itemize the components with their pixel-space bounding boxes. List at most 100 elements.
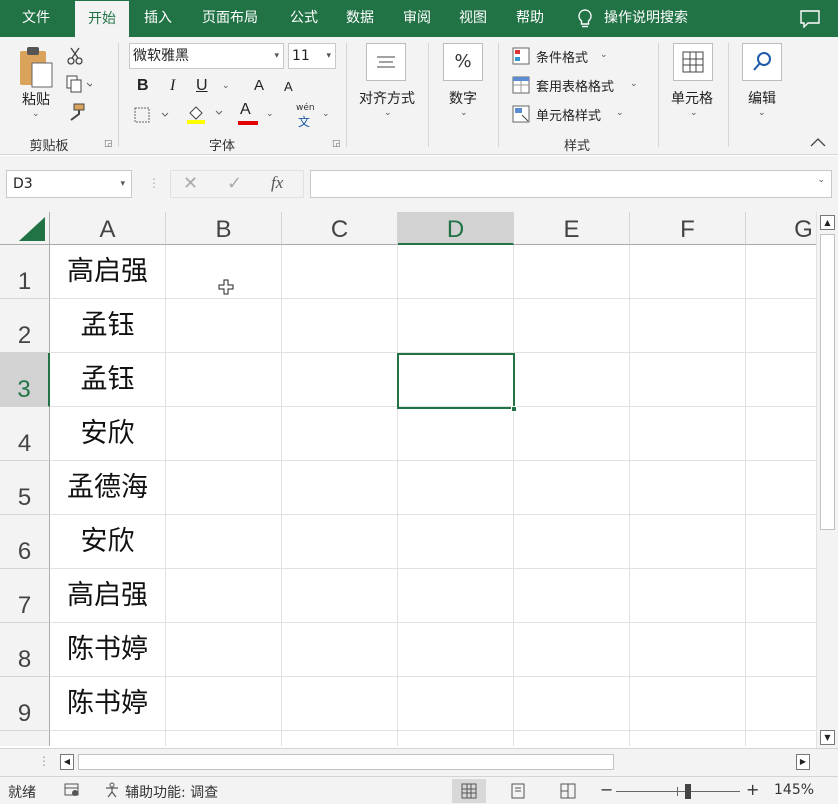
search-icon[interactable] — [742, 43, 782, 81]
cell-e4[interactable] — [514, 407, 630, 461]
tab-formulas[interactable]: 公式 — [280, 0, 328, 37]
underline-chevron-icon[interactable]: ⌄ — [222, 81, 230, 91]
cell-e10[interactable] — [514, 731, 630, 746]
editing-button[interactable]: 编辑 — [740, 88, 784, 108]
cell-e6[interactable] — [514, 515, 630, 569]
cell-f9[interactable] — [630, 677, 746, 731]
cell-a1[interactable]: 高启强 — [50, 245, 166, 299]
font-color-button[interactable]: A — [240, 101, 251, 119]
number-chevron-icon[interactable]: ⌄ — [460, 108, 468, 118]
cell-e8[interactable] — [514, 623, 630, 677]
cell-f6[interactable] — [630, 515, 746, 569]
tab-data[interactable]: 数据 — [336, 0, 384, 37]
cell-g3[interactable] — [746, 353, 816, 407]
cell-f3[interactable] — [630, 353, 746, 407]
cell-f5[interactable] — [630, 461, 746, 515]
cell-d4[interactable] — [398, 407, 514, 461]
sheet-tabs-splitter-icon[interactable]: ⋮ — [38, 754, 50, 768]
zoom-slider-thumb[interactable] — [685, 784, 691, 799]
zoom-in-button[interactable]: + — [746, 780, 759, 799]
enter-icon[interactable]: ✓ — [227, 173, 242, 194]
fill-handle[interactable] — [511, 406, 517, 412]
tab-home[interactable]: 开始 — [75, 1, 129, 37]
cell-c3[interactable] — [282, 353, 398, 407]
cell-e7[interactable] — [514, 569, 630, 623]
font-name-select[interactable]: 微软雅黑 ▾ — [129, 43, 284, 69]
cell-g9[interactable] — [746, 677, 816, 731]
cell-g8[interactable] — [746, 623, 816, 677]
row-header-8[interactable]: 8 — [0, 623, 50, 677]
column-header-e[interactable]: E — [514, 212, 630, 245]
alignment-icon[interactable] — [366, 43, 406, 81]
cell-f7[interactable] — [630, 569, 746, 623]
cell-g10[interactable] — [746, 731, 816, 746]
format-as-table-button[interactable]: 套用表格格式 — [536, 76, 614, 95]
alignment-chevron-icon[interactable]: ⌄ — [384, 108, 392, 118]
page-layout-view-icon[interactable] — [510, 783, 526, 803]
cell-d9[interactable] — [398, 677, 514, 731]
shrink-font-button[interactable]: A — [284, 79, 293, 94]
column-header-c[interactable]: C — [282, 212, 398, 245]
drag-handle-icon[interactable]: ⋮ — [148, 176, 160, 190]
cell-a7[interactable]: 高启强 — [50, 569, 166, 623]
cell-d2[interactable] — [398, 299, 514, 353]
phonetic-glyph-top[interactable]: wén — [296, 103, 315, 113]
cell-d7[interactable] — [398, 569, 514, 623]
scroll-up-icon[interactable]: ▲ — [820, 215, 835, 230]
cell-c2[interactable] — [282, 299, 398, 353]
cell-a3[interactable]: 孟钰 — [50, 353, 166, 407]
collapse-ribbon-icon[interactable] — [810, 135, 826, 151]
paste-button[interactable]: 粘贴 — [16, 89, 56, 109]
column-header-f[interactable]: F — [630, 212, 746, 245]
cell-g7[interactable] — [746, 569, 816, 623]
editing-chevron-icon[interactable]: ⌄ — [758, 108, 766, 118]
cell-c8[interactable] — [282, 623, 398, 677]
cells-button[interactable]: 单元格 — [664, 88, 720, 108]
cell-d5[interactable] — [398, 461, 514, 515]
row-header-3[interactable]: 3 — [0, 353, 50, 407]
cell-c5[interactable] — [282, 461, 398, 515]
cell-c1[interactable] — [282, 245, 398, 299]
alignment-button[interactable]: 对齐方式 — [352, 88, 422, 108]
zoom-slider-track[interactable] — [616, 791, 740, 792]
cell-a5[interactable]: 孟德海 — [50, 461, 166, 515]
phonetic-glyph[interactable]: 文 — [298, 113, 310, 130]
font-color-chevron-icon[interactable]: ⌄ — [266, 109, 274, 119]
column-header-d[interactable]: D — [398, 212, 514, 245]
grow-font-button[interactable]: A — [254, 77, 264, 94]
cell-f10[interactable] — [630, 731, 746, 746]
accessibility-status[interactable]: 辅助功能: 调查 — [125, 782, 218, 802]
insert-function-button[interactable]: fx — [271, 173, 283, 193]
cell-b2[interactable] — [166, 299, 282, 353]
cell-b9[interactable] — [166, 677, 282, 731]
row-header-6[interactable]: 6 — [0, 515, 50, 569]
number-format-button[interactable]: 数字 — [438, 88, 488, 108]
chevron-down-icon[interactable]: ⌄ — [616, 108, 624, 118]
phonetic-chevron-icon[interactable]: ⌄ — [322, 109, 330, 119]
vertical-scroll-thumb[interactable] — [820, 234, 835, 530]
formula-input[interactable]: ⌄ — [310, 170, 832, 198]
row-header-4[interactable]: 4 — [0, 407, 50, 461]
paste-icon[interactable] — [16, 45, 56, 95]
cell-a6[interactable]: 安欣 — [50, 515, 166, 569]
cells-chevron-icon[interactable]: ⌄ — [690, 108, 698, 118]
cell-f4[interactable] — [630, 407, 746, 461]
underline-button[interactable]: U — [196, 77, 208, 95]
tell-me-search[interactable]: 操作说明搜索 — [604, 0, 708, 37]
bold-button[interactable]: B — [137, 77, 149, 95]
row-header-9[interactable]: 9 — [0, 677, 50, 731]
scroll-down-icon[interactable]: ▼ — [820, 730, 835, 745]
paste-chevron-icon[interactable]: ⌄ — [32, 109, 40, 119]
cell-b10[interactable] — [166, 731, 282, 746]
cell-b5[interactable] — [166, 461, 282, 515]
font-size-select[interactable]: 11 ▾ — [288, 43, 336, 69]
cell-b6[interactable] — [166, 515, 282, 569]
cell-g1[interactable] — [746, 245, 816, 299]
format-painter-icon[interactable] — [66, 103, 86, 125]
cell-a10[interactable] — [50, 731, 166, 746]
cell-c7[interactable] — [282, 569, 398, 623]
cell-e5[interactable] — [514, 461, 630, 515]
tab-insert[interactable]: 插入 — [134, 0, 182, 37]
cell-d1[interactable] — [398, 245, 514, 299]
font-launcher-icon[interactable]: ◲ — [332, 139, 341, 149]
